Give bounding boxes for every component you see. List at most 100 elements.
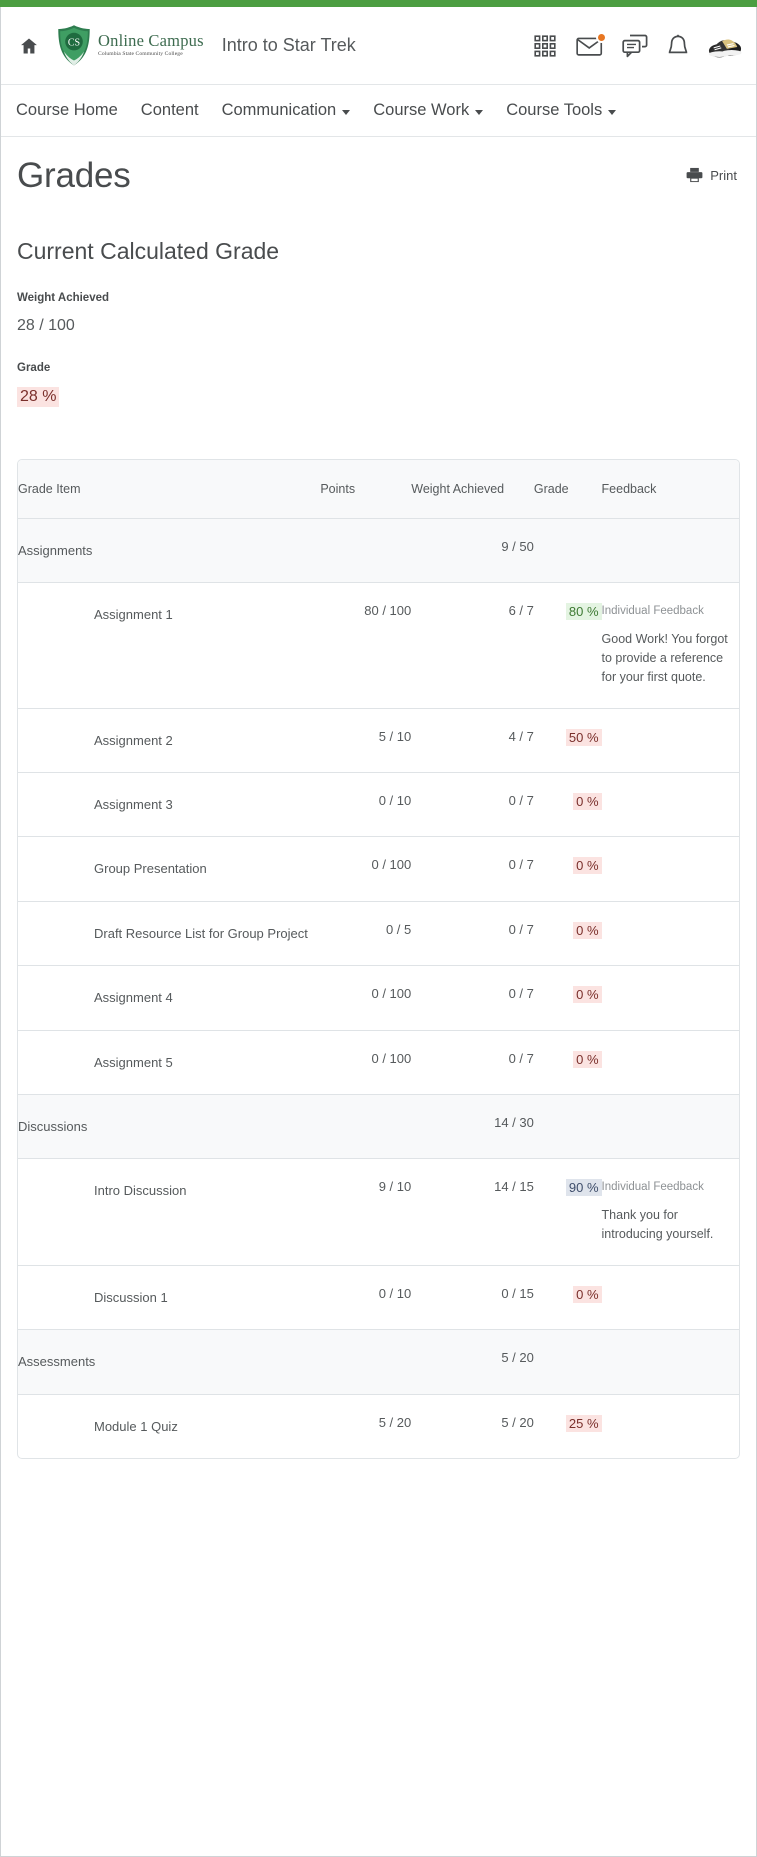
bell-icon[interactable] bbox=[667, 34, 689, 58]
grades-table-head: Grade Item Points Weight Achieved Grade … bbox=[18, 459, 739, 519]
cell-grade: 0 % bbox=[533, 965, 602, 1031]
site-header: CS Online Campus Columbia State Communit… bbox=[1, 7, 756, 85]
grade-percent-badge: 80 % bbox=[565, 602, 602, 620]
table-row: Assignment 30 / 10 0 / 7 0 % bbox=[18, 772, 739, 838]
cell-points: 0 / 10 bbox=[320, 1265, 412, 1331]
cell-grade-item[interactable]: Group Presentation bbox=[18, 836, 321, 902]
cell-weight-achieved: 0 / 7 bbox=[411, 1030, 534, 1096]
col-header-weight[interactable]: Weight Achieved bbox=[411, 459, 534, 519]
grades-table: Grade Item Points Weight Achieved Grade … bbox=[18, 459, 739, 1459]
cell-grade-item[interactable]: Intro Discussion bbox=[18, 1158, 321, 1266]
cell-feedback bbox=[601, 901, 739, 967]
cell-weight-achieved: 5 / 20 bbox=[501, 1414, 534, 1430]
nav-item-content[interactable]: Content bbox=[141, 101, 199, 120]
cell-grade-item[interactable]: Assignments bbox=[18, 518, 321, 583]
cell-feedback: Individual Feedback Good Work! You forgot… bbox=[601, 582, 739, 709]
nav-label: Content bbox=[140, 101, 199, 119]
table-row: Assignment 50 / 100 0 / 7 0 % bbox=[18, 1030, 739, 1096]
home-icon[interactable] bbox=[15, 36, 43, 56]
cell-grade-item[interactable]: Draft Resource List for Group Project bbox=[18, 901, 321, 967]
cell-points bbox=[320, 1094, 412, 1160]
cell-grade: 50 % bbox=[533, 708, 602, 774]
cell-grade bbox=[533, 1329, 602, 1395]
cell-grade: 80 % bbox=[533, 582, 602, 709]
cell-weight-achieved: 4 / 7 bbox=[411, 708, 534, 774]
print-button[interactable]: Print bbox=[686, 167, 740, 183]
page-frame: CS Online Campus Columbia State Communit… bbox=[0, 7, 757, 1857]
table-row: Assignment 40 / 100 0 / 7 0 % bbox=[18, 965, 739, 1031]
table-row: Assignment 25 / 10 4 / 7 50 % bbox=[18, 708, 739, 774]
cell-weight-achieved: 0 / 7 bbox=[411, 901, 534, 967]
grade-percent-badge: 0 % bbox=[573, 793, 602, 811]
nav-label: Communication bbox=[221, 101, 337, 119]
cell-grade-item[interactable]: Module 1 Quiz bbox=[18, 1394, 320, 1458]
cell-feedback: Individual Feedback Thank you for introdu… bbox=[601, 1158, 739, 1266]
cell-weight-achieved: 0 / 7 bbox=[411, 772, 534, 838]
cell-grade: 25 % bbox=[534, 1394, 602, 1458]
table-category-row: Discussions 14 / 30 bbox=[18, 1094, 739, 1160]
cell-grade-item[interactable]: Discussion 1 bbox=[18, 1265, 321, 1331]
nav-item-communication[interactable]: Communication bbox=[222, 101, 351, 120]
svg-text:CS: CS bbox=[68, 37, 80, 48]
chat-bubbles-icon[interactable] bbox=[622, 34, 648, 58]
feedback-label[interactable]: Individual Feedback bbox=[602, 603, 739, 620]
nav-item-course-home[interactable]: Course Home bbox=[16, 101, 118, 120]
cell-grade-item[interactable]: Assignment 3 bbox=[18, 772, 321, 838]
cell-points: 0 / 5 bbox=[320, 901, 412, 967]
col-header-feedback[interactable]: Feedback bbox=[601, 459, 739, 519]
institution-logo[interactable]: CS Online Campus Columbia State Communit… bbox=[55, 24, 204, 68]
chevron-down-icon bbox=[608, 109, 617, 115]
grade-percent-badge: 0 % bbox=[573, 1050, 602, 1068]
print-label: Print bbox=[710, 167, 737, 183]
avatar[interactable] bbox=[708, 31, 742, 61]
nav-label: Course Work bbox=[373, 101, 470, 119]
nav-label: Course Home bbox=[16, 101, 118, 119]
cell-weight-achieved: 0 / 7 bbox=[411, 836, 534, 902]
cell-grade-item[interactable]: Discussions bbox=[18, 1094, 321, 1160]
weight-achieved-label: Weight Achieved bbox=[17, 291, 110, 304]
table-category-row: Assignments 9 / 50 bbox=[18, 518, 739, 583]
main-content: Grades Print Current Calculated Grade We… bbox=[1, 137, 756, 1460]
cell-grade-item[interactable]: Assignment 4 bbox=[18, 965, 321, 1031]
col-header-grade-item[interactable]: Grade Item bbox=[18, 459, 321, 519]
cell-feedback bbox=[601, 965, 739, 1031]
logo-subtitle: Columbia State Community College bbox=[98, 50, 183, 57]
course-navbar: Course Home Content Communication Course… bbox=[1, 85, 756, 137]
cell-feedback bbox=[601, 708, 739, 774]
cell-grade: 0 % bbox=[533, 1030, 602, 1096]
cell-weight-achieved: 0 / 7 bbox=[411, 965, 534, 1031]
table-row: Draft Resource List for Group Project 0 /… bbox=[18, 901, 739, 967]
grade-percent-badge: 0 % bbox=[573, 1285, 602, 1303]
course-title[interactable]: Intro to Star Trek bbox=[222, 35, 356, 56]
waffle-grid-icon[interactable] bbox=[533, 34, 557, 58]
cell-weight-achieved: 6 / 7 bbox=[411, 582, 534, 709]
cell-grade-item[interactable]: Assignment 2 bbox=[18, 708, 321, 774]
table-category-row: Assessments 5 / 20 bbox=[18, 1329, 739, 1395]
section-title: Current Calculated Grade bbox=[17, 237, 280, 264]
cell-points: 5 / 10 bbox=[320, 708, 412, 774]
cell-grade bbox=[533, 518, 602, 583]
cell-weight-achieved: 9 / 50 bbox=[411, 518, 534, 583]
chevron-down-icon bbox=[475, 109, 484, 115]
feedback-text: Thank you for introducing yourself. bbox=[601, 1208, 714, 1242]
cell-grade-item[interactable]: Assignment 1 bbox=[18, 582, 321, 709]
envelope-icon[interactable] bbox=[576, 31, 607, 57]
cell-grade: 0 % bbox=[533, 836, 602, 902]
nav-item-course-work[interactable]: Course Work bbox=[373, 101, 484, 120]
grades-table-body: Assignments 9 / 50 Assignment 1 80 / 100 6 /… bbox=[18, 518, 739, 1458]
cell-points: 5 / 20 bbox=[378, 1414, 412, 1430]
cell-grade-item[interactable]: Assessments bbox=[18, 1329, 321, 1395]
feedback-text: Good Work! You forgot to provide a refer… bbox=[601, 631, 728, 685]
table-header-row: Grade Item Points Weight Achieved Grade … bbox=[18, 459, 739, 519]
feedback-label[interactable]: Individual Feedback bbox=[602, 1179, 739, 1196]
cell-grade bbox=[533, 1094, 602, 1160]
col-header-points[interactable]: Points bbox=[320, 459, 412, 519]
top-accent-bar bbox=[0, 0, 757, 7]
cell-grade: 0 % bbox=[533, 772, 602, 838]
cell-grade-item[interactable]: Assignment 5 bbox=[18, 1030, 321, 1096]
col-header-grade[interactable]: Grade bbox=[533, 459, 602, 519]
nav-item-course-tools[interactable]: Course Tools bbox=[506, 101, 617, 120]
table-row: Intro Discussion 9 / 10 14 / 15 90 % Individ… bbox=[18, 1158, 739, 1266]
cell-feedback bbox=[601, 1329, 739, 1395]
cell-feedback bbox=[601, 518, 739, 583]
